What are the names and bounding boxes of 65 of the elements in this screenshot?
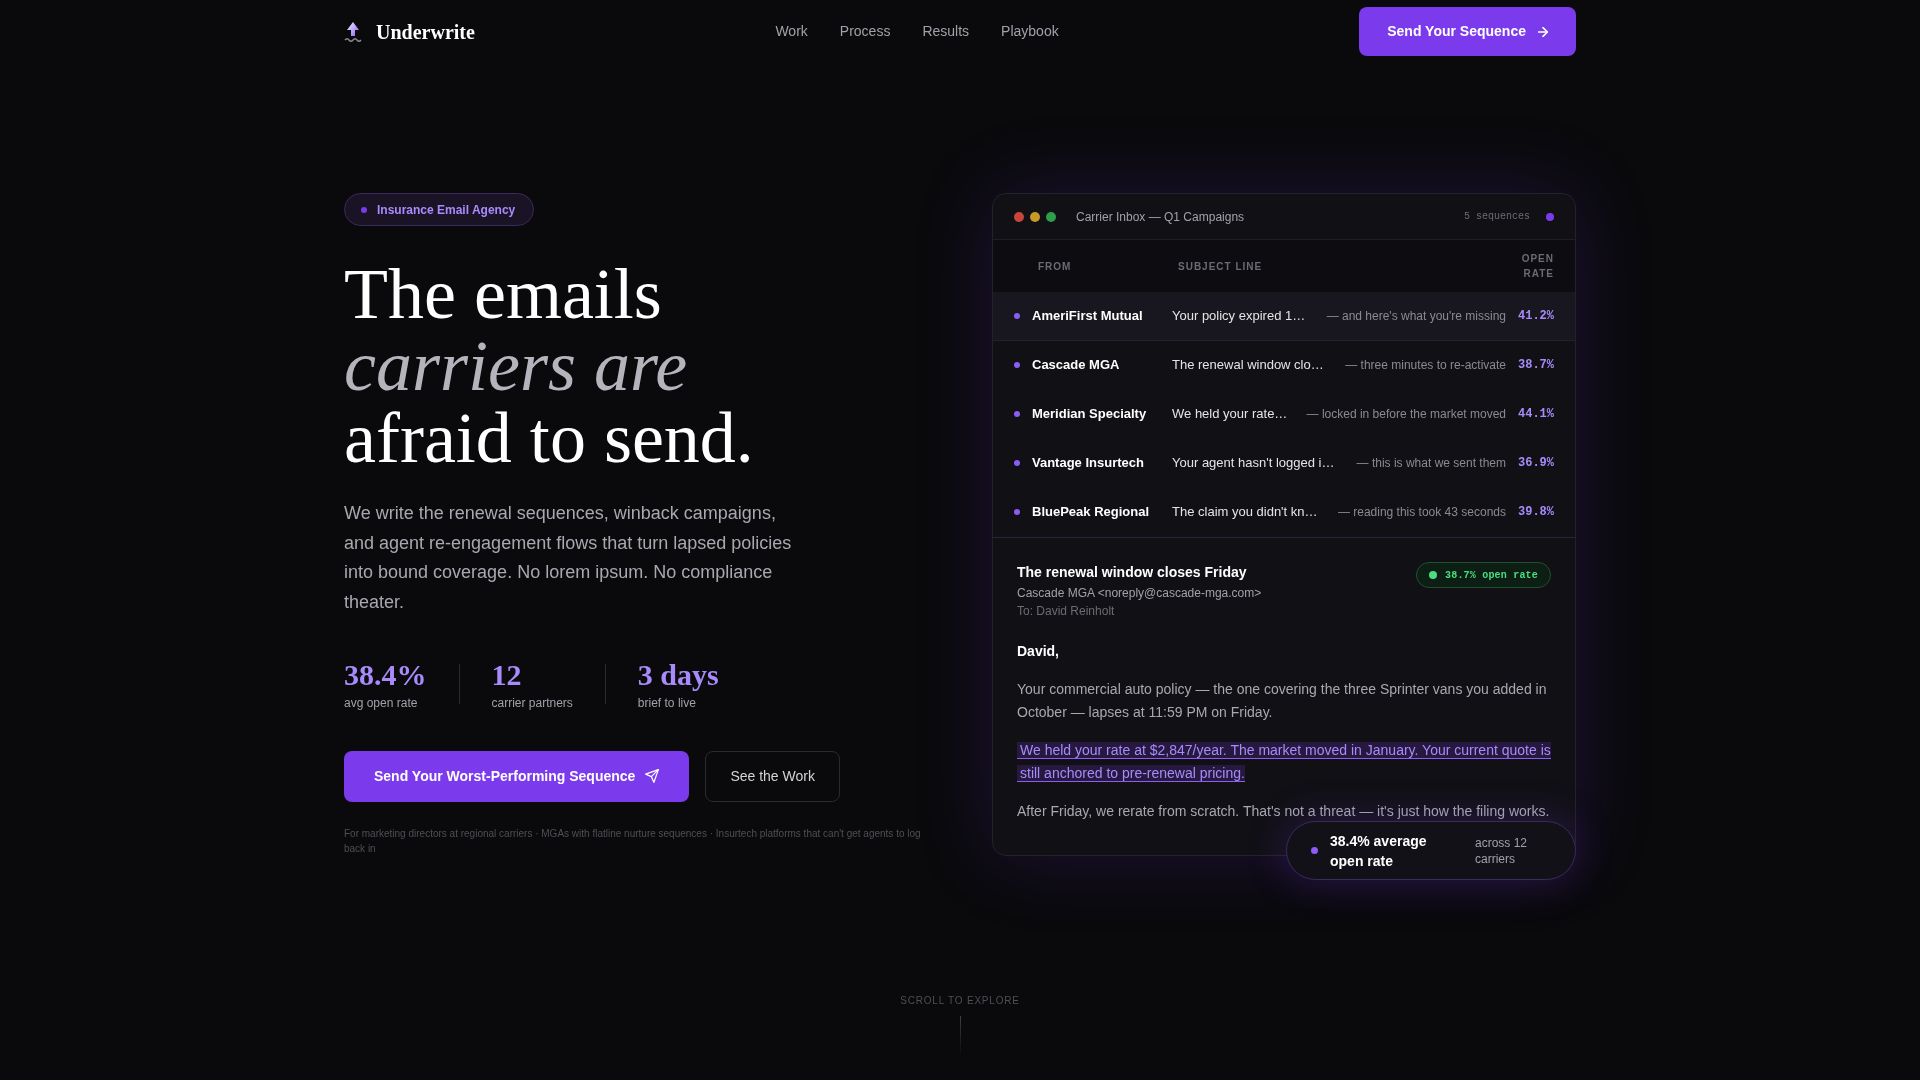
badge-label: 38.7% open rate xyxy=(1445,568,1538,583)
audience-note: For marketing directors at regional carriers · MGAs with flatline nurture sequences · Insurtech platforms that can't get agents to log back in xyxy=(344,826,922,856)
column-header: SUBJECT LINE xyxy=(1178,259,1264,274)
preview-text: — this is what we sent them xyxy=(1356,455,1506,472)
nav-link[interactable]: Results xyxy=(922,21,970,42)
send-icon xyxy=(645,769,660,784)
inbox-row[interactable]: AmeriFirst Mutual Your policy expired 1… — and here's what you're missing 41.2% xyxy=(993,292,1575,341)
email-paragraph: After Friday, we rerate from scratch. That's not a threat — it's just how the filing works. xyxy=(1017,802,1551,822)
open-rate: 39.8% xyxy=(1517,504,1554,521)
send-sequence-button[interactable]: Send Your Sequence xyxy=(1359,7,1576,56)
email-greeting: David, xyxy=(1017,642,1060,661)
badge-label: Insurance Email Agency xyxy=(377,201,516,219)
open-rate: 36.9% xyxy=(1517,455,1554,472)
preview-text: — locked in before the market moved xyxy=(1306,406,1506,423)
email-sender: Cascade MGA <noreply@cascade-mga.com> xyxy=(1017,585,1262,602)
sender-name: Vantage Insurtech xyxy=(1032,454,1145,473)
carrier-count: across 12 carriers xyxy=(1475,834,1529,867)
nav-link[interactable]: Playbook xyxy=(1001,21,1059,42)
subject-text: We held your rate… xyxy=(1172,405,1288,424)
email-paragraph: Your commercial auto policy — the one covering the three Sprinter vans you added in October — lapses at 11:59 PM on Friday. xyxy=(1017,680,1548,722)
stat-label: carrier partners xyxy=(491,694,573,711)
send-worst-sequence-button[interactable]: Send Your Worst-Performing Sequence xyxy=(344,750,690,802)
inbox-row[interactable]: Cascade MGA The renewal window clo… — three minutes to re-activate 38.7% xyxy=(993,341,1575,390)
brand-name[interactable]: Underwrite xyxy=(376,16,475,47)
preview-text: — three minutes to re-activate xyxy=(1345,357,1506,374)
sender-name: Meridian Specialty xyxy=(1032,405,1148,424)
column-header: FROM xyxy=(1038,259,1073,274)
nav-link[interactable]: Process xyxy=(839,21,891,42)
preview-text: — reading this took 43 seconds xyxy=(1337,504,1506,521)
sender-name: Cascade MGA xyxy=(1032,356,1121,375)
stat-value: 38.4% xyxy=(344,659,427,690)
email-subject: The renewal window closes Friday xyxy=(1017,563,1248,582)
stat-value: 12 xyxy=(491,659,523,690)
scroll-hint: SCROLL TO EXPLORE xyxy=(900,994,1020,1008)
scroll-line xyxy=(959,1016,961,1056)
open-rate: 38.7% xyxy=(1517,357,1554,374)
hero-description: We write the renewal sequences, winback campaigns, and agent re-engagement flows that turn lapsed policies into bound coverage. No lorem ipsum. No compliance theater. xyxy=(344,502,793,615)
preview-text: — and here's what you're missing xyxy=(1326,308,1506,325)
highlighted-paragraph: We held your rate at $2,847/year. The market moved in January. Your current quote is still anchored to pre-renewal pricing. xyxy=(1017,739,1551,785)
hero-headline: The emails carriers are afraid to send. xyxy=(344,258,755,474)
window-control-icon[interactable] xyxy=(1030,211,1040,222)
subject-text: Your agent hasn't logged i… xyxy=(1172,454,1335,473)
open-rate: 41.2% xyxy=(1517,308,1554,325)
sender-name: AmeriFirst Mutual xyxy=(1032,307,1144,326)
stat-label: avg open rate xyxy=(344,694,419,711)
sender-name: BluePeak Regional xyxy=(1032,503,1151,522)
window-control-icon[interactable] xyxy=(1046,211,1056,222)
subject-text: The claim you didn't kn… xyxy=(1172,503,1318,522)
inbox-row[interactable]: Vantage Insurtech Your agent hasn't logged i… — this is what we sent them 36.9% xyxy=(993,439,1575,488)
subject-text: Your policy expired 1… xyxy=(1172,307,1306,326)
see-work-button[interactable]: See the Work xyxy=(705,750,840,802)
open-rate: 44.1% xyxy=(1517,406,1554,423)
window-control-icon[interactable] xyxy=(1014,211,1024,222)
stat-label: brief to live xyxy=(637,694,697,711)
email-recipient: To: David Reinholt xyxy=(1017,603,1116,620)
inbox-row[interactable]: Meridian Specialty We held your rate… — locked in before the market moved 44.1% xyxy=(993,390,1575,439)
sequence-count: 5 sequences xyxy=(1464,210,1530,224)
stat-value: 3 days xyxy=(637,659,719,690)
inbox-title: Carrier Inbox — Q1 Campaigns xyxy=(1076,208,1245,226)
average-open-rate: 38.4% average open rate xyxy=(1330,831,1428,871)
subject-text: The renewal window clo… xyxy=(1172,356,1324,375)
column-header: OPEN RATE xyxy=(1520,252,1554,281)
inbox-row[interactable]: BluePeak Regional The claim you didn't kn… — reading this took 43 seconds 39.8% xyxy=(993,488,1575,537)
nav-link[interactable]: Work xyxy=(775,21,808,42)
logo-icon xyxy=(344,21,362,42)
